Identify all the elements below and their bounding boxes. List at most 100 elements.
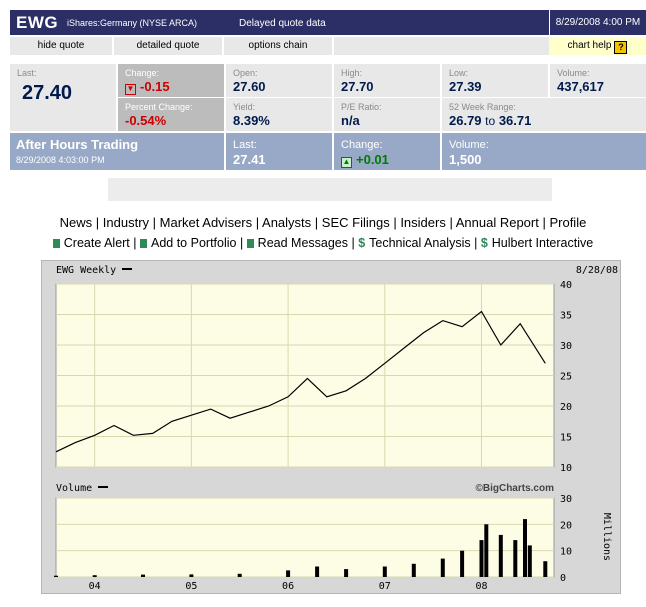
nav-analysts[interactable]: Analysts xyxy=(262,215,311,230)
volume-chart-title: Volume xyxy=(56,483,92,494)
chart-help-label: chart help xyxy=(567,40,612,51)
nav-market-advisers[interactable]: Market Advisers xyxy=(160,215,252,230)
chart-help-link[interactable]: chart help? xyxy=(549,37,646,55)
price-legend-swatch xyxy=(122,268,132,270)
volume-bar xyxy=(460,550,465,577)
volume-bar xyxy=(344,569,349,577)
volume-y-tick: 30 xyxy=(560,494,572,505)
create-alert-link[interactable]: Create Alert xyxy=(64,236,130,250)
price-y-tick: 15 xyxy=(560,433,572,444)
hide-quote-link[interactable]: hide quote xyxy=(10,37,114,55)
volume-bar xyxy=(440,558,445,577)
range-cell: 52 Week Range: 26.79 to 36.71 xyxy=(442,98,646,131)
after-hours-time: 8/29/2008 4:03:00 PM xyxy=(16,155,105,165)
after-hours-change-amount: +0.01 xyxy=(356,152,389,167)
after-hours-last: 27.41 xyxy=(233,152,266,167)
pe-ratio-cell: P/E Ratio: n/a xyxy=(334,98,440,131)
add-to-portfolio-link[interactable]: Add to Portfolio xyxy=(151,236,236,250)
x-axis-tick: 04 xyxy=(89,581,101,592)
yield-cell: Yield: 8.39% xyxy=(226,98,332,131)
low-value: 27.39 xyxy=(449,79,482,94)
x-axis-tick: 05 xyxy=(185,581,197,592)
price-y-tick: 40 xyxy=(560,280,572,291)
exchange-name: iShares:Germany (NYSE ARCA) xyxy=(67,18,198,28)
volume-bar xyxy=(54,575,58,577)
technical-analysis-link[interactable]: Technical Analysis xyxy=(369,236,470,250)
volume-bar xyxy=(523,519,527,577)
pe-ratio-label: P/E Ratio: xyxy=(341,102,382,112)
dollar-icon: $ xyxy=(480,236,488,250)
low-cell: Low: 27.39 xyxy=(442,64,548,97)
after-hours-volume-cell: Volume: 1,500 xyxy=(442,133,646,170)
percent-change-label: Percent Change: xyxy=(125,102,193,112)
quote-datetime: 8/29/2008 4:00 PM xyxy=(549,10,646,35)
low-label: Low: xyxy=(449,68,469,78)
volume-cell: Volume: 437,617 xyxy=(550,64,646,97)
read-messages-link[interactable]: Read Messages xyxy=(258,236,348,250)
volume-bar xyxy=(527,545,532,577)
dollar-icon: $ xyxy=(358,236,366,250)
last-label: Last: xyxy=(17,68,37,78)
nav-industry[interactable]: Industry xyxy=(103,215,149,230)
after-hours-volume: 1,500 xyxy=(449,152,482,167)
detailed-quote-link[interactable]: detailed quote xyxy=(114,37,224,55)
volume-label: Volume: xyxy=(557,68,590,78)
volume-value: 437,617 xyxy=(557,79,604,94)
volume-bar xyxy=(513,540,518,577)
stock-chart-svg: EWG Weekly 8/28/08 10 15 20 25 30 35 40 04 05 06 07 0… xyxy=(54,265,618,592)
nav-profile[interactable]: Profile xyxy=(549,215,586,230)
volume-y-tick: 20 xyxy=(560,520,572,531)
percent-change-value: -0.54% xyxy=(125,113,167,128)
volume-y-tick: 10 xyxy=(560,547,572,558)
open-label: Open: xyxy=(233,68,258,78)
volume-bar xyxy=(479,540,484,577)
chart-date-label: 8/28/08 xyxy=(576,265,618,276)
volume-y-axis-label: Millions xyxy=(601,513,612,561)
high-label: High: xyxy=(341,68,363,78)
action-links: Create Alert | Add to Portfolio | Read M… xyxy=(0,236,646,250)
volume-bar xyxy=(141,574,145,577)
yield-label: Yield: xyxy=(233,102,256,112)
volume-bar xyxy=(411,563,416,577)
research-nav: News | Industry | Market Advisers | Anal… xyxy=(59,215,587,230)
nav-annual-report[interactable]: Annual Report xyxy=(456,215,539,230)
nav-sec-filings[interactable]: SEC Filings xyxy=(322,215,390,230)
volume-bar xyxy=(237,573,242,577)
quote-links-bar: hide quote detailed quote options chain … xyxy=(10,37,646,55)
doc-icon xyxy=(140,239,147,248)
change-cell: Change: ▼ -0.15 xyxy=(118,64,224,97)
price-y-tick: 35 xyxy=(560,311,572,322)
price-y-tick: 30 xyxy=(560,341,572,352)
doc-icon xyxy=(52,239,60,248)
after-hours-change-label: Change: xyxy=(341,139,383,151)
change-label: Change: xyxy=(125,68,160,78)
range-value: 26.79 to 36.71 xyxy=(449,113,531,128)
range-low: 26.79 xyxy=(449,113,482,128)
after-hours-volume-label: Volume: xyxy=(449,139,489,151)
price-y-tick: 10 xyxy=(560,463,572,474)
price-y-tick: 20 xyxy=(560,402,572,413)
volume-bar xyxy=(543,561,548,577)
range-high: 36.71 xyxy=(498,113,532,128)
high-cell: High: 27.70 xyxy=(334,64,440,97)
volume-y-tick: 0 xyxy=(560,573,566,584)
volume-bar xyxy=(484,524,489,577)
price-y-tick: 25 xyxy=(560,372,572,383)
help-icon: ? xyxy=(614,41,628,54)
last-price: 27.40 xyxy=(22,82,73,104)
volume-legend-swatch xyxy=(98,486,108,488)
range-label: 52 Week Range: xyxy=(449,102,516,112)
nav-insiders[interactable]: Insiders xyxy=(400,215,446,230)
after-hours-change-cell: Change: ▲ +0.01 xyxy=(334,133,440,170)
options-chain-link[interactable]: options chain xyxy=(224,37,334,55)
high-value: 27.70 xyxy=(341,79,374,94)
volume-bar xyxy=(498,534,503,577)
volume-bar xyxy=(189,574,194,577)
x-axis-tick: 06 xyxy=(282,581,294,592)
hulbert-interactive-link[interactable]: Hulbert Interactive xyxy=(492,236,593,250)
volume-bar xyxy=(92,575,97,577)
open-cell: Open: 27.60 xyxy=(226,64,332,97)
volume-bar xyxy=(286,570,291,577)
x-axis-tick: 08 xyxy=(475,581,487,592)
nav-news[interactable]: News xyxy=(60,215,93,230)
